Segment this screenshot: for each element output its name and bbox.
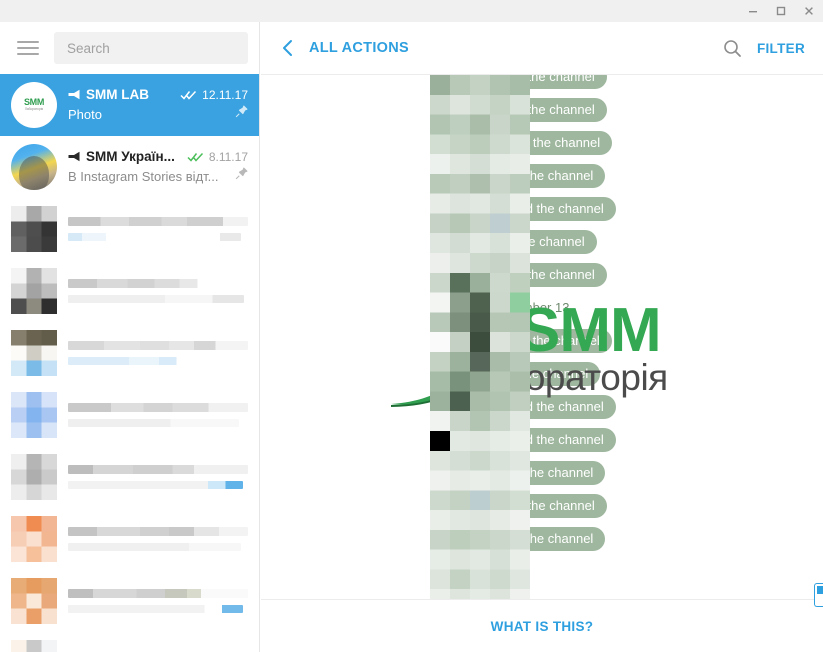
service-message: sina left the channel (472, 329, 612, 353)
avatar: SMM Лабораторія (11, 82, 57, 128)
service-message: ned the channel (483, 362, 601, 386)
chat-item-title: SMM LAB (86, 87, 149, 102)
close-button[interactable] (795, 0, 823, 22)
telegram-window: Search SMM Лабораторія SMM LAB 12.11.17 … (0, 0, 823, 652)
recent-actions-pane: ALL ACTIONS FILTER SMM лабораторія joine… (261, 22, 823, 652)
service-message: joined the channel (477, 494, 607, 518)
service-message: oined the channel (478, 527, 606, 551)
avatar (11, 640, 57, 652)
list-item[interactable] (0, 322, 259, 384)
pin-icon (235, 167, 248, 185)
date-separator: ember 13 (514, 300, 570, 315)
service-message-list: joined the channel joined the channel н … (261, 75, 823, 551)
service-message: oined the channel (478, 164, 606, 188)
chat-list-sidebar: Search SMM Лабораторія SMM LAB 12.11.17 … (0, 22, 260, 652)
message-row: joined the channel (261, 494, 823, 518)
chat-list-item-smm-lab[interactable]: SMM Лабораторія SMM LAB 12.11.17 Photo (0, 74, 259, 136)
chat-item-meta: SMM LAB 12.11.17 Photo (68, 87, 248, 123)
list-item-text (68, 403, 248, 427)
double-check-icon (180, 90, 197, 100)
message-row: ned the channel (261, 362, 823, 386)
chat-item-date: 8.11.17 (208, 149, 248, 164)
message-row: joined the channel (261, 98, 823, 122)
megaphone-icon (68, 151, 81, 162)
message-row: н joined the channel (261, 131, 823, 155)
maximize-button[interactable] (767, 0, 795, 22)
chat-item-title: SMM Україн... (86, 149, 175, 164)
list-item-text (68, 527, 248, 551)
list-item[interactable] (0, 260, 259, 322)
chat-list-item-smm-ukraine[interactable]: SMM Україн... 8.11.17 В Instagram Storie… (0, 136, 259, 198)
search-input[interactable]: Search (54, 32, 248, 64)
avatar (11, 578, 57, 624)
list-item-text (68, 217, 248, 241)
service-message: oined the channel (478, 461, 606, 485)
service-message: на joined the channel (468, 197, 616, 221)
list-item[interactable] (0, 198, 259, 260)
avatar (11, 144, 57, 190)
filter-button[interactable]: FILTER (757, 41, 805, 56)
service-message: ed the channel (487, 230, 597, 254)
list-item[interactable] (0, 384, 259, 446)
message-row: на joined the channel (261, 197, 823, 221)
avatar (11, 516, 57, 562)
pane-footer: WHAT IS THIS? (261, 599, 823, 652)
message-row: oined the channel (261, 164, 823, 188)
double-check-icon (187, 152, 204, 162)
list-item[interactable] (0, 508, 259, 570)
message-row: oined the channel (261, 461, 823, 485)
list-item[interactable] (0, 570, 259, 632)
chevron-left-icon[interactable] (275, 35, 301, 61)
chat-list-item-durov[interactable]: Дуров позвонит 16:00 (0, 632, 259, 652)
message-row: oined the channel (261, 527, 823, 551)
avatar (11, 206, 57, 252)
message-row: на joined the channel (261, 428, 823, 452)
minimize-button[interactable] (739, 0, 767, 22)
avatar (11, 454, 57, 500)
message-row: на joined the channel (261, 395, 823, 419)
chat-item-preview: Photo (68, 106, 102, 122)
list-item-text (68, 465, 248, 489)
list-item[interactable] (0, 446, 259, 508)
avatar (11, 268, 57, 314)
service-message: joined the channel (477, 263, 607, 287)
pane-header: ALL ACTIONS FILTER (261, 22, 823, 75)
window-titlebar (0, 0, 823, 22)
hamburger-menu-icon[interactable] (14, 34, 42, 62)
message-row: joined the channel (261, 75, 823, 89)
service-message: на joined the channel (468, 428, 616, 452)
megaphone-icon (68, 89, 81, 100)
page-title: ALL ACTIONS (309, 40, 409, 56)
censored-chat-list (0, 198, 259, 632)
date-separator-row: ember 13 (261, 296, 823, 320)
chat-item-date: 12.11.17 (202, 87, 248, 102)
list-item-text (68, 589, 248, 613)
chat-item-preview: В Instagram Stories відт... (68, 168, 219, 184)
service-message: н joined the channel (471, 131, 613, 155)
search-icon[interactable] (719, 34, 747, 62)
pin-icon (235, 105, 248, 123)
list-item-text (68, 279, 248, 303)
avatar (11, 392, 57, 438)
service-message: joined the channel (477, 75, 607, 89)
message-row: ed the channel (261, 230, 823, 254)
sidebar-toolbar: Search (0, 22, 259, 74)
avatar-logo-text: SMM (23, 97, 45, 108)
message-feed[interactable]: SMM лабораторія joined the channel joine… (261, 75, 823, 599)
message-row: sina left the channel (261, 329, 823, 353)
service-message: joined the channel (477, 98, 607, 122)
avatar (11, 330, 57, 376)
chat-item-meta: SMM Україн... 8.11.17 В Instagram Storie… (68, 149, 248, 185)
edge-floating-fragment[interactable] (814, 583, 823, 607)
search-placeholder: Search (67, 40, 110, 56)
what-is-this-button[interactable]: WHAT IS THIS? (491, 619, 594, 634)
service-message: на joined the channel (468, 395, 616, 419)
message-row: joined the channel (261, 263, 823, 287)
list-item-text (68, 341, 248, 365)
avatar-logo-subtext: Лабораторія (24, 107, 44, 112)
